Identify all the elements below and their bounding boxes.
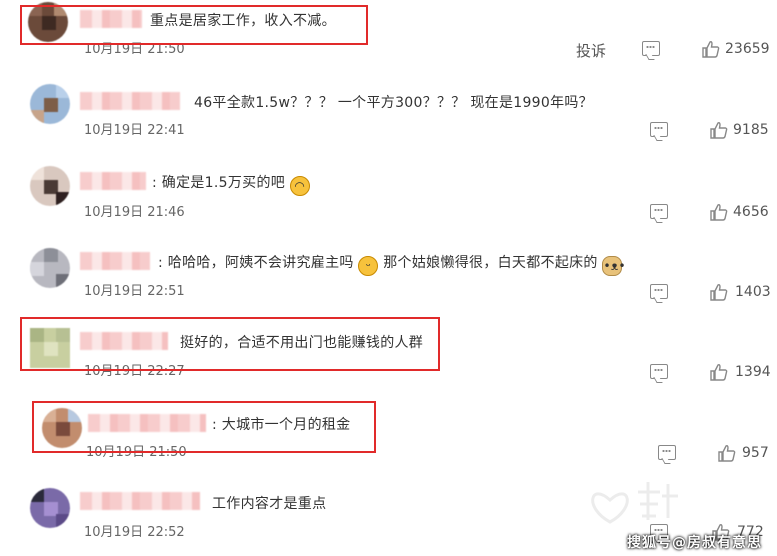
comment-time: 10月19日 21:46 — [84, 205, 185, 220]
thumbs-up-icon[interactable] — [710, 203, 728, 221]
comment-time: 10月19日 22:52 — [84, 525, 185, 540]
doge-emoji-icon: •ᴥ• — [602, 256, 626, 276]
comment-text-part-2: 那个姑娘懒得很，白天都不起床的 — [383, 255, 598, 271]
thumbs-up-icon[interactable] — [710, 363, 728, 381]
thumbs-up-icon[interactable] — [718, 444, 736, 462]
avatar[interactable] — [30, 248, 70, 288]
comment-text: : 哈哈哈，阿姨不会讲究雇主吗 ᵕ 那个姑娘懒得很，白天都不起床的 •ᴥ• — [158, 252, 626, 276]
avatar[interactable] — [30, 166, 70, 206]
avatar[interactable] — [30, 84, 70, 124]
report-link[interactable]: 投诉 — [576, 40, 606, 61]
username-blurred[interactable] — [80, 92, 180, 110]
comment-item: : 哈哈哈，阿姨不会讲究雇主吗 ᵕ 那个姑娘懒得很，白天都不起床的 •ᴥ• 10… — [0, 244, 777, 322]
like-count: 957 — [742, 445, 769, 461]
thumbs-up-icon[interactable] — [702, 40, 720, 58]
reply-icon[interactable] — [650, 364, 668, 379]
username-blurred[interactable] — [80, 172, 146, 190]
highlight-box — [20, 5, 368, 45]
comment-text: : 确定是1.5万买的吧 ◠ — [152, 172, 310, 196]
like-count: 9185 — [733, 122, 769, 138]
comment-text: 工作内容才是重点 — [212, 496, 327, 512]
watermark-logo-icon — [591, 482, 678, 524]
like-count: 4656 — [733, 204, 769, 220]
thumbs-up-icon[interactable] — [710, 121, 728, 139]
reply-icon[interactable] — [650, 122, 668, 137]
reply-icon[interactable] — [650, 284, 668, 299]
comment-text-part-1: 哈哈哈，阿姨不会讲究雇主吗 — [167, 255, 354, 271]
highlight-box — [32, 401, 376, 453]
highlight-box — [20, 317, 440, 371]
comment-time: 10月19日 22:51 — [84, 284, 185, 299]
comment-item: : 确定是1.5万买的吧 ◠ 10月19日 21:46 4656 — [0, 162, 777, 242]
like-count: 1394 — [735, 364, 771, 380]
username-blurred[interactable] — [80, 492, 200, 510]
comment-time: 10月19日 22:41 — [84, 123, 185, 138]
comment-text: 46平全款1.5w？？？ 一个平方300？？？ 现在是1990年吗？ — [194, 95, 593, 111]
reply-icon[interactable] — [658, 445, 676, 460]
reply-icon[interactable] — [642, 41, 660, 56]
reply-icon[interactable] — [650, 204, 668, 219]
watermark-text: 搜狐号@房叔有意思 — [627, 535, 762, 551]
thumbs-up-icon[interactable] — [710, 283, 728, 301]
like-count: 23659 — [725, 41, 770, 57]
avatar[interactable] — [30, 488, 70, 528]
comment-item: 46平全款1.5w？？？ 一个平方300？？？ 现在是1990年吗？ 10月19… — [0, 80, 777, 160]
like-count: 1403 — [735, 284, 771, 300]
upside-down-face-emoji-icon: ◠ — [289, 176, 310, 196]
laughing-emoji-icon: ᵕ — [358, 256, 379, 276]
comment-text-body: 确定是1.5万买的吧 — [161, 175, 286, 191]
username-blurred[interactable] — [80, 252, 150, 270]
